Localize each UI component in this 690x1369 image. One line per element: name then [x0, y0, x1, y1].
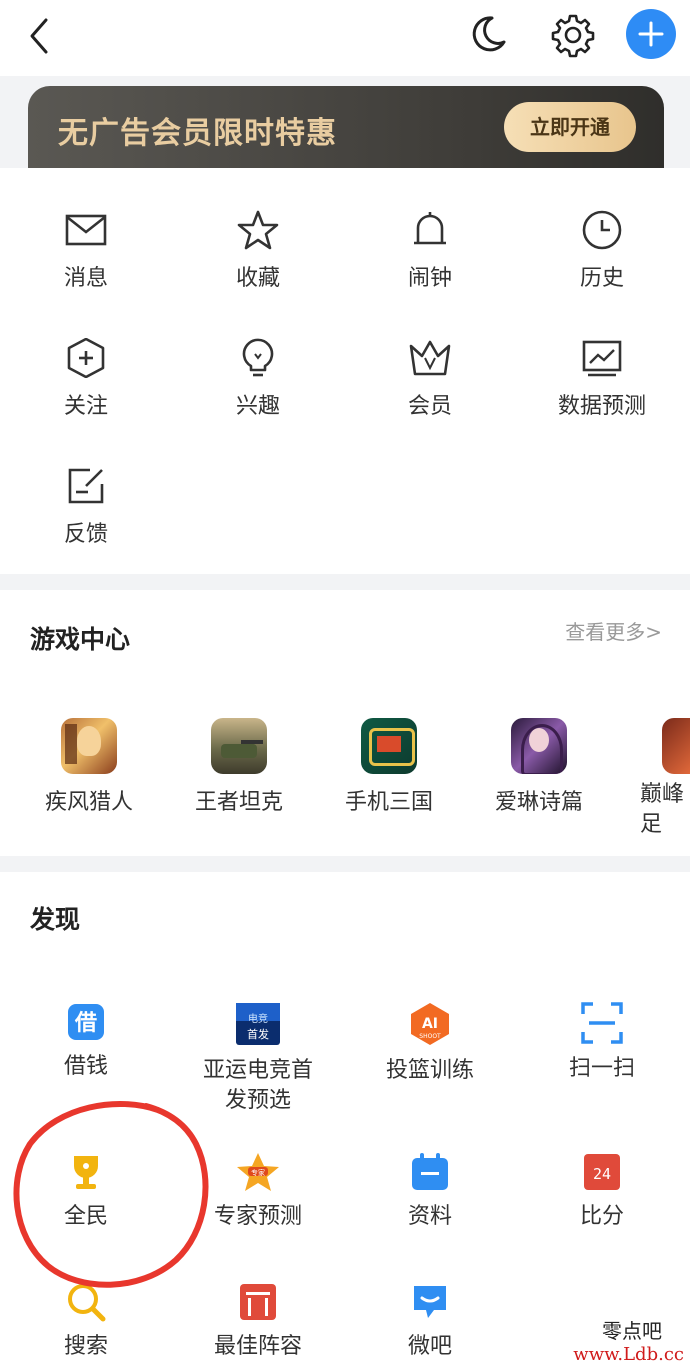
menu-item-data-prediction[interactable]: 数据预测: [516, 338, 688, 420]
section-title: 发现: [30, 905, 81, 934]
top-bar: [0, 0, 690, 76]
watermark-line1: 零点吧: [602, 1319, 662, 1343]
chart-icon: [582, 340, 622, 377]
discover-label: 借钱: [63, 1054, 108, 1079]
menu-label: 数据预测: [557, 394, 646, 419]
menu-label: 历史: [579, 266, 624, 291]
menu-item-history[interactable]: 历史: [516, 210, 688, 292]
discover-item-weiba[interactable]: 微吧: [344, 1282, 516, 1362]
game-label: 爱琳诗篇: [494, 790, 583, 815]
search-icon: [68, 1284, 106, 1322]
discover-label: 比分: [579, 1204, 624, 1229]
discover-item-best-lineup[interactable]: 最佳阵容: [172, 1282, 344, 1362]
discover-label: 亚运电竞首发预选: [202, 1058, 313, 1113]
discover-item-shooting-training[interactable]: AI SHOOT 投篮训练: [344, 1002, 516, 1086]
score-icon: 24: [584, 1154, 620, 1190]
game-item[interactable]: 王者坦克: [164, 718, 314, 816]
clock-icon: [582, 210, 622, 250]
esports-icon: 电竞首发: [236, 1003, 280, 1045]
discover-item-loan[interactable]: 借 借钱: [0, 1002, 172, 1082]
svg-text:24: 24: [593, 1165, 611, 1183]
svg-text:AI: AI: [422, 1016, 438, 1032]
menu-label: 会员: [407, 394, 452, 419]
game-icon: [361, 718, 417, 774]
discover-label: 最佳阵容: [213, 1334, 302, 1359]
discover-label: 专家预测: [213, 1204, 302, 1229]
chevron-left-icon[interactable]: [22, 14, 62, 58]
edit-icon: [68, 468, 104, 504]
envelope-icon: [65, 214, 107, 246]
watermark-line2: www.Ldb.cc: [573, 1344, 684, 1365]
loan-icon: 借: [68, 1004, 104, 1040]
crown-icon: [409, 340, 451, 376]
game-center-card: 游戏中心 查看更多> 疾风猎人 王者坦克 手机三国 爱琳诗篇 巅峰足: [0, 590, 690, 856]
game-icon: [211, 718, 267, 774]
svg-text:专家: 专家: [251, 1168, 265, 1177]
game-item[interactable]: 爱琳诗篇: [464, 718, 614, 816]
star-icon: [237, 210, 279, 250]
calendar-icon: [412, 1153, 448, 1190]
menu-item-feedback[interactable]: 反馈: [0, 466, 172, 548]
discover-label: 全民: [63, 1204, 108, 1229]
discover-item-all-people[interactable]: 全民: [0, 1152, 172, 1232]
menu-item-messages[interactable]: 消息: [0, 210, 172, 292]
game-icon: [662, 718, 690, 774]
open-now-button[interactable]: 立即开通: [504, 102, 636, 152]
game-label: 王者坦克: [194, 790, 283, 815]
chat-bubble-icon: [414, 1286, 446, 1318]
banner-title: 无广告会员限时特惠: [58, 116, 337, 151]
section-title: 游戏中心: [30, 625, 131, 654]
lineup-icon: [240, 1284, 276, 1320]
svg-text:首发: 首发: [247, 1027, 269, 1041]
menu-item-favorites[interactable]: 收藏: [172, 210, 344, 292]
menu-item-interest[interactable]: 兴趣: [172, 338, 344, 420]
menu-label: 兴趣: [235, 394, 280, 419]
quick-menu-card: 消息 收藏 闹钟 历史 关注 兴趣 会员 数据预测 反馈: [0, 168, 690, 574]
game-item[interactable]: 疾风猎人: [14, 718, 164, 816]
menu-item-follow[interactable]: 关注: [0, 338, 172, 420]
bell-icon: [414, 212, 446, 245]
expert-star-icon: 专家: [237, 1153, 279, 1191]
menu-label: 收藏: [235, 266, 280, 291]
discover-label: 资料: [407, 1204, 452, 1229]
see-more-link[interactable]: 查看更多>: [565, 616, 662, 645]
svg-text:SHOOT: SHOOT: [419, 1033, 441, 1040]
discover-label: 投篮训练: [385, 1058, 474, 1083]
game-icon: [61, 718, 117, 774]
game-icon: [511, 718, 567, 774]
game-item[interactable]: 手机三国: [314, 718, 464, 816]
add-button[interactable]: [626, 9, 676, 59]
discover-label: 搜索: [63, 1334, 108, 1359]
discover-item-scan[interactable]: 扫一扫: [516, 1002, 688, 1084]
menu-item-vip[interactable]: 会员: [344, 338, 516, 420]
vip-promo-banner[interactable]: 无广告会员限时特惠 立即开通: [28, 86, 664, 168]
moon-icon[interactable]: [466, 12, 510, 56]
trophy-icon: [74, 1156, 98, 1189]
discover-label: 微吧: [407, 1334, 452, 1359]
discover-item-search[interactable]: 搜索: [0, 1282, 172, 1362]
game-label: 巅峰足: [640, 782, 685, 837]
game-label: 手机三国: [344, 790, 433, 815]
menu-label: 消息: [63, 266, 108, 291]
menu-label: 闹钟: [407, 266, 452, 291]
watermark: 零点吧 www.Ldb.cc: [573, 1315, 684, 1365]
menu-label: 反馈: [63, 522, 108, 547]
svg-text:电竞: 电竞: [248, 1012, 268, 1025]
ai-shoot-icon: AISHOOT: [411, 1003, 449, 1045]
scan-icon: [581, 1002, 623, 1044]
gear-icon[interactable]: [550, 12, 596, 58]
discover-label: 扫一扫: [568, 1056, 635, 1081]
game-label: 疾风猎人: [44, 790, 133, 815]
game-item[interactable]: 巅峰足: [614, 718, 690, 840]
svg-text:借: 借: [74, 1011, 97, 1036]
discover-item-data[interactable]: 资料: [344, 1152, 516, 1232]
menu-label: 关注: [63, 394, 108, 419]
menu-item-alarm[interactable]: 闹钟: [344, 210, 516, 292]
hexagon-plus-icon: [67, 338, 105, 378]
discover-item-score[interactable]: 24 比分: [516, 1152, 688, 1232]
discover-item-expert-prediction[interactable]: 专家 专家预测: [172, 1152, 344, 1232]
lightbulb-icon: [242, 338, 274, 377]
discover-card: 发现 借 借钱 电竞首发 亚运电竞首发预选 AI SHOOT 投篮训练 扫一扫 全…: [0, 872, 690, 1369]
discover-item-asian-games-esports[interactable]: 电竞首发 亚运电竞首发预选: [172, 1002, 344, 1116]
